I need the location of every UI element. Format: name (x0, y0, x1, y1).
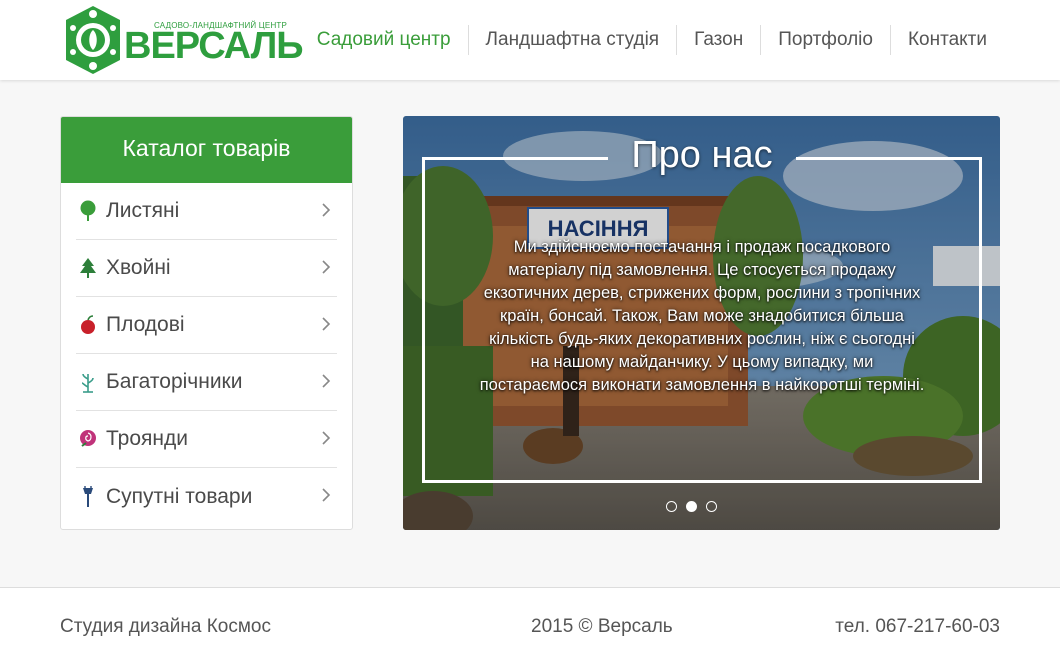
catalog-item-perennials[interactable]: Багаторічники (76, 354, 337, 411)
deciduous-tree-icon (78, 199, 98, 223)
slide-frame-top-right (796, 157, 982, 160)
slider-dot-2[interactable] (686, 501, 697, 512)
chevron-right-icon (322, 488, 331, 502)
catalog-item-label: Плодові (106, 313, 185, 336)
main-nav: Садовий центр Ландшафтна студія Газон По… (300, 25, 1004, 55)
catalog-item-deciduous[interactable]: Листяні (76, 183, 337, 240)
footer-phone[interactable]: тел. 067-217-60-03 (835, 616, 1000, 638)
footer-credit-link[interactable]: Студия дизайна Космос (60, 616, 271, 638)
catalog-list: Листяні Хвойні Плодові Багаторічники Тро… (61, 183, 352, 525)
catalog-item-fruit[interactable]: Плодові (76, 297, 337, 354)
nav-lawn[interactable]: Газон (676, 25, 760, 55)
catalog-item-label: Листяні (106, 199, 180, 222)
perennial-plant-icon (78, 370, 98, 394)
conifer-tree-icon (78, 256, 98, 280)
slider-pagination (666, 501, 717, 512)
catalog-panel: Каталог товарів Листяні Хвойні Плодові Б… (60, 116, 353, 530)
catalog-item-label: Багаторічники (106, 370, 243, 393)
site-footer: Студия дизайна Космос 2015 © Версаль тел… (0, 587, 1060, 667)
nav-garden-center[interactable]: Садовий центр (300, 25, 468, 55)
chevron-right-icon (322, 374, 331, 388)
chevron-right-icon (322, 203, 331, 217)
catalog-item-conifers[interactable]: Хвойні (76, 240, 337, 297)
catalog-item-label: Троянди (106, 427, 188, 450)
logo-emblem-icon (66, 6, 120, 74)
slide-frame-top-left (422, 157, 608, 160)
nav-portfolio[interactable]: Портфоліо (760, 25, 890, 55)
chevron-right-icon (322, 431, 331, 445)
catalog-item-accessories[interactable]: Супутні товари (76, 468, 337, 525)
slider-dot-3[interactable] (706, 501, 717, 512)
catalog-title: Каталог товарів (61, 117, 352, 183)
chevron-right-icon (322, 260, 331, 274)
slider-dot-1[interactable] (666, 501, 677, 512)
rose-icon (78, 427, 98, 451)
nav-landscape-studio[interactable]: Ландшафтна студія (467, 25, 677, 55)
logo[interactable]: САДОВО-ЛАНДШАФТНИЙ ЦЕНТР ВЕРСАЛЬ (62, 4, 304, 76)
catalog-item-label: Хвойні (106, 256, 171, 279)
garden-tools-icon (78, 485, 98, 509)
catalog-item-label: Супутні товари (106, 484, 253, 508)
footer-copyright: 2015 © Версаль (531, 616, 673, 637)
slide-text: Ми здійснюємо постачання і продаж посадк… (479, 238, 925, 394)
site-header: САДОВО-ЛАНДШАФТНИЙ ЦЕНТР ВЕРСАЛЬ Садовий… (0, 0, 1060, 80)
apple-icon (78, 313, 98, 337)
chevron-right-icon (322, 317, 331, 331)
catalog-item-roses[interactable]: Троянди (76, 411, 337, 468)
about-slider: НАСІННЯ Про нас Ми здійснюємо постачання… (403, 116, 1000, 530)
slide-title: Про нас (631, 134, 773, 176)
nav-contacts[interactable]: Контакти (889, 25, 1004, 55)
logo-name: ВЕРСАЛЬ (124, 25, 304, 67)
